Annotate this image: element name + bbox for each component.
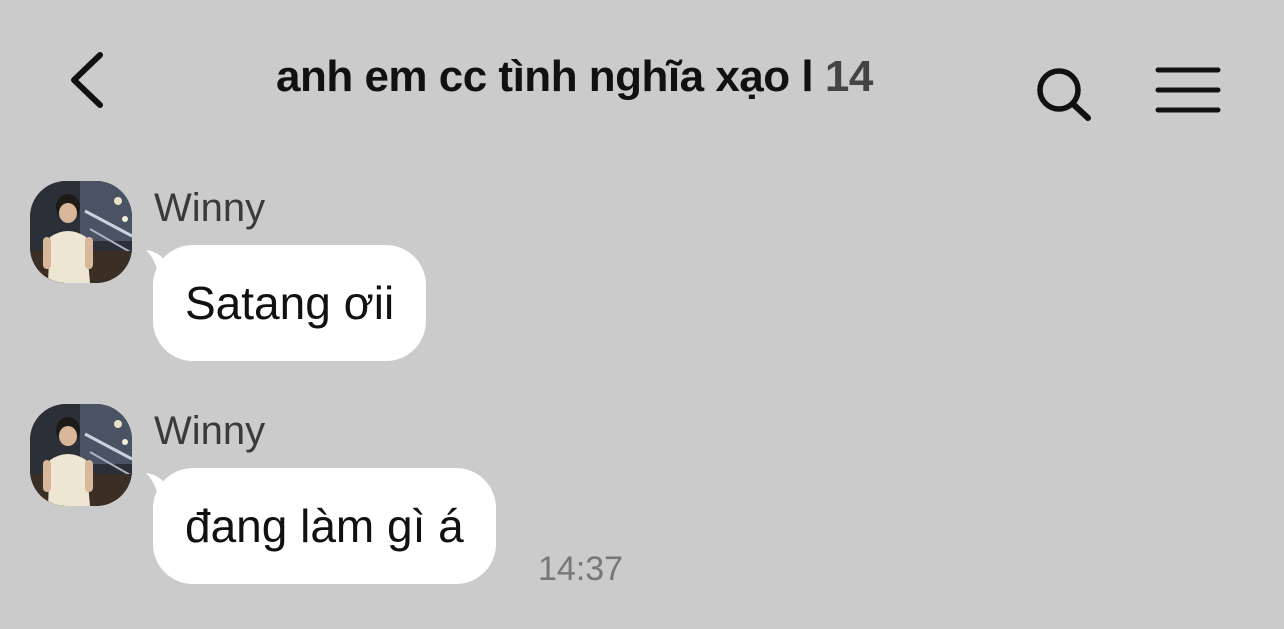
avatar-photo: [30, 181, 132, 283]
member-count: 14: [824, 52, 873, 101]
message-timestamp: 14:37: [538, 550, 624, 588]
avatar-photo: [30, 404, 132, 506]
chat-header: anh em cc tình nghĩa xạo l 14: [0, 0, 1284, 160]
search-button[interactable]: [1030, 60, 1096, 126]
sender-name: Winny: [154, 409, 266, 453]
chat-title: anh em cc tình nghĩa xạo l 14: [276, 52, 873, 102]
menu-button[interactable]: [1152, 62, 1224, 118]
avatar[interactable]: [30, 181, 132, 283]
avatar[interactable]: [30, 404, 132, 506]
message-bubble[interactable]: Satang ơii: [153, 245, 427, 361]
chevron-left-icon: [71, 52, 103, 108]
search-icon: [1037, 68, 1091, 121]
group-name: anh em cc tình nghĩa xạo l: [276, 52, 814, 101]
hamburger-menu-icon: [1155, 67, 1221, 113]
message-bubble[interactable]: đang làm gì á: [153, 468, 496, 584]
sender-name: Winny: [154, 186, 266, 230]
back-button[interactable]: [60, 45, 120, 115]
